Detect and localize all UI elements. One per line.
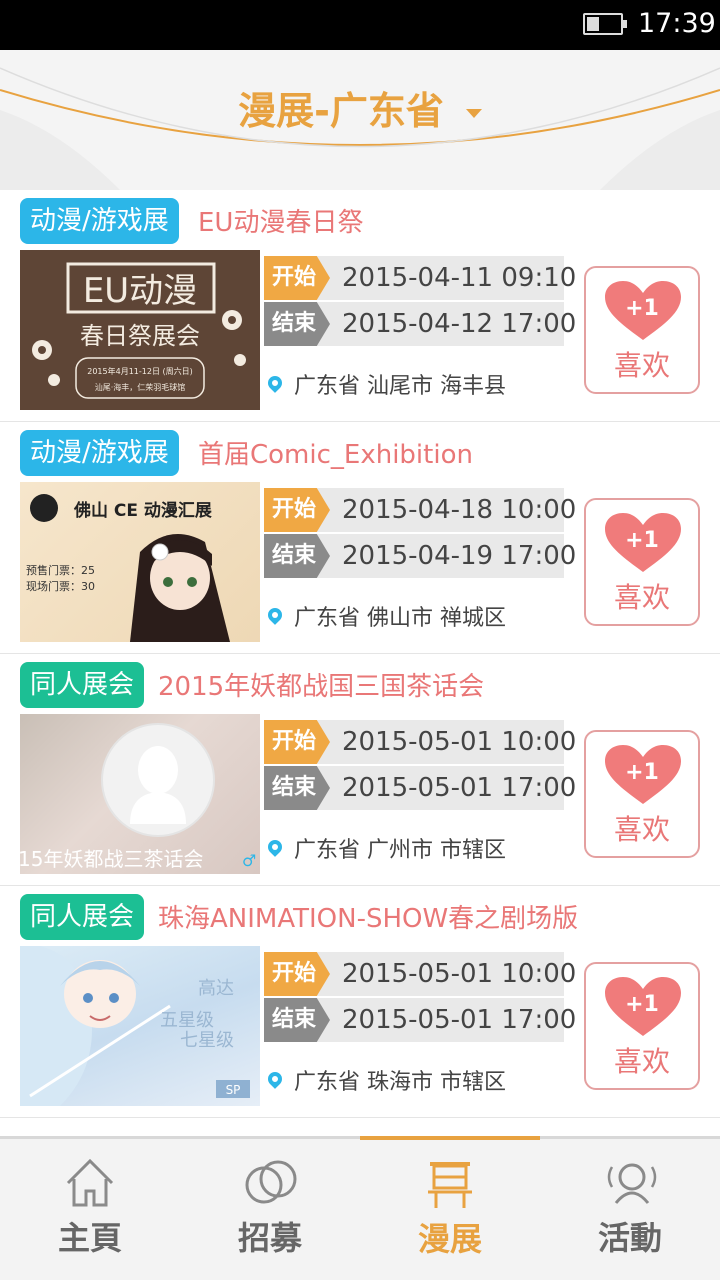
nav-label: 活動 — [597, 1219, 662, 1257]
category-tag: 同人展会 — [20, 662, 145, 708]
end-label: 结束 — [264, 534, 330, 578]
like-button[interactable]: +1 喜欢 — [584, 498, 700, 626]
end-datetime: 2015-04-12 17:00 — [342, 309, 577, 339]
event-item[interactable]: 动漫/游戏展 EU动漫春日祭 EU动漫 春日祭展会 2015年4月11-12日 … — [0, 190, 720, 422]
rings-icon — [245, 1160, 297, 1204]
location-text: 广东省 广州市 市辖区 — [294, 838, 506, 863]
start-datetime: 2015-05-01 10:00 — [342, 727, 577, 757]
like-button[interactable]: +1 喜欢 — [584, 962, 700, 1090]
start-label: 开始 — [264, 256, 330, 300]
start-row: 开始 2015-04-18 10:00 — [264, 488, 576, 532]
header: 漫展-广东省 — [0, 50, 720, 190]
start-label: 开始 — [264, 720, 330, 764]
event-title[interactable]: EU动漫春日祭 — [198, 202, 363, 239]
event-title[interactable]: 珠海ANIMATION-SHOW春之剧场版 — [158, 898, 578, 935]
category-tag: 动漫/游戏展 — [20, 430, 179, 476]
start-datetime: 2015-04-18 10:00 — [342, 495, 577, 525]
location-text: 广东省 汕尾市 海丰县 — [294, 374, 506, 399]
location-pin-icon — [265, 605, 285, 625]
poster-text: 现场门票：30 — [26, 579, 95, 593]
like-label: 喜欢 — [613, 581, 670, 614]
end-row: 结束 2015-05-01 17:00 — [264, 998, 576, 1042]
poster-caption: 15年妖都战三茶话会 — [20, 847, 203, 871]
poster-text: 五星级 — [160, 1010, 214, 1031]
event-item[interactable]: 动漫/游戏展 首届Comic_Exhibition 佛山 CE 动漫汇展 预售门… — [0, 422, 720, 654]
start-row: 开始 2015-05-01 10:00 — [264, 720, 576, 764]
location-pin-icon — [265, 1069, 285, 1089]
start-row: 开始 2015-05-01 10:00 — [264, 952, 576, 996]
poster-text: 佛山 CE 动漫汇展 — [73, 500, 212, 521]
location-pin-icon — [265, 373, 285, 393]
event-list: 动漫/游戏展 EU动漫春日祭 EU动漫 春日祭展会 2015年4月11-12日 … — [0, 190, 720, 1118]
event-poster[interactable]: 佛山 CE 动漫汇展 预售门票：25 现场门票：30 — [20, 482, 260, 642]
category-tag: 同人展会 — [20, 894, 145, 940]
like-button[interactable]: +1 喜欢 — [584, 266, 700, 394]
battery-icon — [583, 13, 627, 35]
start-row: 开始 2015-04-11 09:10 — [264, 256, 576, 300]
nav-activity[interactable]: 活動 — [540, 1139, 720, 1280]
poster-text: 2015年4月11-12日 (周六日) — [87, 366, 192, 376]
nav-exhibition[interactable]: 漫展 — [360, 1136, 540, 1277]
end-label: 结束 — [264, 302, 330, 346]
like-label: 喜欢 — [613, 349, 670, 382]
end-row: 结束 2015-05-01 17:00 — [264, 766, 576, 810]
nav-home[interactable]: 主頁 — [0, 1139, 180, 1280]
start-label: 开始 — [264, 488, 330, 532]
poster-text: 七星级 — [180, 1030, 234, 1051]
event-poster[interactable]: 高达 五星级 七星级 SP — [20, 946, 260, 1106]
dropdown-arrow-icon — [465, 109, 482, 118]
start-datetime: 2015-04-11 09:10 — [342, 263, 577, 293]
status-bar: 17:39 — [0, 0, 720, 50]
nav-recruit[interactable]: 招募 — [180, 1139, 360, 1280]
gender-male-icon: ♂ — [242, 851, 256, 870]
end-label: 结束 — [264, 998, 330, 1042]
activity-icon — [607, 1163, 657, 1204]
status-time: 17:39 — [638, 8, 716, 39]
like-button[interactable]: +1 喜欢 — [584, 730, 700, 858]
event-item[interactable]: 同人展会 珠海ANIMATION-SHOW春之剧场版 高达 五星级 七星级 SP… — [0, 886, 720, 1118]
end-datetime: 2015-05-01 17:00 — [342, 1005, 577, 1035]
region-selector[interactable]: 漫展-广东省 — [0, 80, 720, 135]
end-datetime: 2015-05-01 17:00 — [342, 773, 577, 803]
like-count: +1 — [625, 760, 659, 785]
start-datetime: 2015-05-01 10:00 — [342, 959, 577, 989]
like-count: +1 — [625, 992, 659, 1017]
poster-text: EU动漫 — [83, 271, 197, 311]
event-poster[interactable]: EU动漫 春日祭展会 2015年4月11-12日 (周六日) 汕尾·海丰，仁荣羽… — [20, 250, 260, 410]
nav-label: 主頁 — [57, 1219, 122, 1257]
exhibition-icon — [428, 1162, 472, 1208]
event-title[interactable]: 首届Comic_Exhibition — [198, 434, 473, 471]
poster-text: 春日祭展会 — [80, 322, 200, 350]
like-label: 喜欢 — [613, 813, 670, 846]
location-pin-icon — [265, 837, 285, 857]
like-count: +1 — [625, 296, 659, 321]
event-item[interactable]: 同人展会 2015年妖都战国三国茶话会 15年妖都战三茶话会 ♂ 开始 2015… — [0, 654, 720, 886]
start-label: 开始 — [264, 952, 330, 996]
poster-text: 汕尾·海丰，仁荣羽毛球馆 — [95, 382, 186, 392]
nav-label: 招募 — [237, 1219, 302, 1257]
home-icon — [66, 1158, 114, 1207]
poster-text: SP — [226, 1083, 241, 1097]
page-title: 漫展-广东省 — [238, 89, 444, 133]
nav-label: 漫展 — [417, 1220, 482, 1258]
end-datetime: 2015-04-19 17:00 — [342, 541, 577, 571]
bottom-nav: 主頁 招募 漫展 活動 — [0, 1136, 720, 1280]
event-title[interactable]: 2015年妖都战国三国茶话会 — [158, 666, 484, 703]
end-label: 结束 — [264, 766, 330, 810]
end-row: 结束 2015-04-19 17:00 — [264, 534, 576, 578]
location-text: 广东省 佛山市 禅城区 — [294, 606, 506, 631]
poster-text: 预售门票：25 — [26, 563, 95, 577]
category-tag: 动漫/游戏展 — [20, 198, 179, 244]
poster-text: 高达 — [198, 978, 234, 999]
like-count: +1 — [625, 528, 659, 553]
like-label: 喜欢 — [613, 1045, 670, 1078]
end-row: 结束 2015-04-12 17:00 — [264, 302, 576, 346]
event-poster[interactable]: 15年妖都战三茶话会 ♂ — [20, 714, 260, 874]
location-text: 广东省 珠海市 市辖区 — [294, 1070, 506, 1095]
